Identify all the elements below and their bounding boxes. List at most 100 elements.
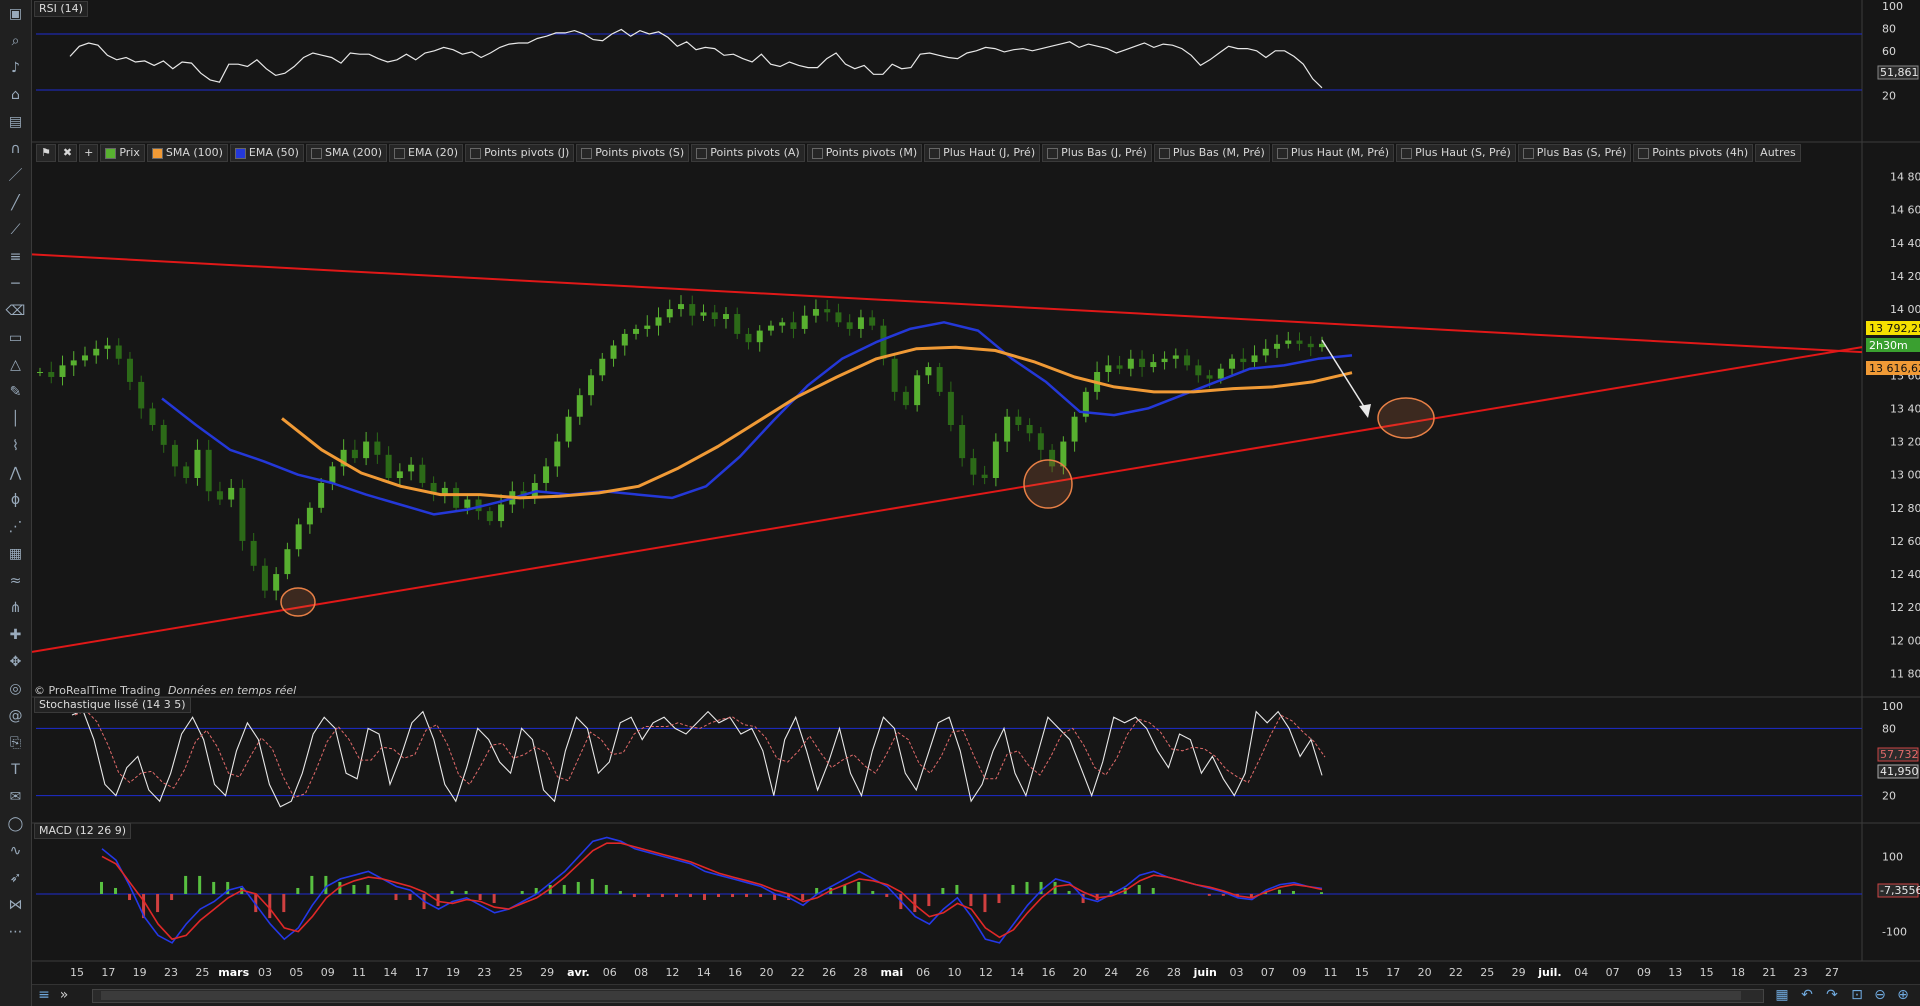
x-tick-label: 29	[1512, 966, 1526, 979]
tools-icon[interactable]: ✚	[4, 625, 27, 645]
cursor-icon[interactable]: ➶	[4, 868, 27, 888]
ruler-icon[interactable]: ▤	[4, 112, 27, 132]
horizontal-scrollbar[interactable]	[92, 989, 1764, 1003]
legend-swatch[interactable]	[1638, 147, 1650, 159]
legend-swatch[interactable]	[1401, 147, 1413, 159]
stoch-panel-label[interactable]: Stochastique lissé (14 3 5)	[34, 697, 191, 713]
legend-item[interactable]: Plus Haut (J, Pré)	[924, 144, 1041, 162]
legend-item[interactable]: Points pivots (M)	[806, 144, 923, 162]
fib-fan-icon[interactable]: ⋰	[4, 517, 27, 537]
legend-item[interactable]: Plus Haut (M, Pré)	[1271, 144, 1395, 162]
x-tick-label: 23	[477, 966, 491, 979]
legend-item[interactable]: Points pivots (J)	[465, 144, 575, 162]
ellipse-icon[interactable]: ◯	[4, 814, 27, 834]
legend-item[interactable]: Prix	[100, 144, 145, 162]
legend-swatch[interactable]	[394, 147, 406, 159]
legend-swatch[interactable]	[1522, 147, 1534, 159]
pattern-icon[interactable]: ⋈	[4, 895, 27, 915]
x-tick-label: 23	[164, 966, 178, 979]
legend-item[interactable]: Plus Bas (S, Pré)	[1517, 144, 1632, 162]
gann-icon[interactable]: ▦	[4, 544, 27, 564]
legend-swatch[interactable]	[811, 147, 823, 159]
legend-item[interactable]: Plus Haut (S, Pré)	[1396, 144, 1516, 162]
calendar-icon[interactable]: ▦	[1772, 987, 1792, 1003]
magnet-icon[interactable]: ∩	[4, 139, 27, 159]
channel-icon[interactable]: ≡	[4, 247, 27, 267]
legend-swatch[interactable]	[310, 147, 322, 159]
macd-hist-bar	[702, 894, 706, 901]
rectangle-icon[interactable]: ▭	[4, 328, 27, 348]
alert-icon[interactable]: ♪	[4, 58, 27, 78]
fibonacci-icon[interactable]: ϕ	[4, 490, 27, 510]
legend-item[interactable]: Plus Bas (J, Pré)	[1042, 144, 1152, 162]
cycle-icon[interactable]: ◎	[4, 679, 27, 699]
legend-item[interactable]: Plus Bas (M, Pré)	[1153, 144, 1270, 162]
legend-swatch[interactable]	[105, 147, 117, 159]
legend-item[interactable]: EMA (20)	[389, 144, 464, 162]
legend-item[interactable]: Points pivots (4h)	[1633, 144, 1754, 162]
x-tick-label: 16	[1042, 966, 1056, 979]
chart-icon[interactable]: ▣	[4, 4, 27, 24]
x-tick-label: 03	[1230, 966, 1244, 979]
undo-icon[interactable]: ↶	[1797, 987, 1817, 1003]
legend-swatch[interactable]	[470, 147, 482, 159]
legend-swatch[interactable]	[929, 147, 941, 159]
regression-icon[interactable]: ≈	[4, 571, 27, 591]
vertical-line-icon[interactable]: │	[4, 409, 27, 429]
legend-item[interactable]: EMA (50)	[229, 144, 304, 162]
scrollbar-thumb[interactable]	[101, 991, 1741, 1000]
legend-label: Plus Haut (S, Pré)	[1415, 146, 1511, 159]
candle-body	[1071, 416, 1078, 442]
note-icon[interactable]: ✉	[4, 787, 27, 807]
wave-icon[interactable]: ∿	[4, 841, 27, 861]
trendline-icon[interactable]: ╱	[4, 193, 27, 213]
menu-icon[interactable]: ≡	[34, 987, 54, 1003]
candle-body	[250, 540, 257, 566]
legend-swatch[interactable]	[581, 147, 593, 159]
legend-swatch[interactable]	[151, 147, 163, 159]
zoom-fit-icon[interactable]: ⊡	[1847, 987, 1867, 1003]
legend-item[interactable]: SMA (200)	[305, 144, 388, 162]
pencil-icon[interactable]: ✎	[4, 382, 27, 402]
others-button[interactable]: Autres	[1755, 144, 1801, 162]
legend-item[interactable]: Points pivots (S)	[576, 144, 690, 162]
pitchfork-icon[interactable]: ⋔	[4, 598, 27, 618]
triangle-icon[interactable]: △	[4, 355, 27, 375]
legend-swatch[interactable]	[1158, 147, 1170, 159]
line-tool-icon[interactable]: ／	[4, 166, 27, 186]
zoom-out-icon[interactable]: ⊖	[1870, 987, 1890, 1003]
add-indicator-icon[interactable]: +	[79, 144, 99, 162]
macd-panel-label[interactable]: MACD (12 26 9)	[34, 823, 132, 839]
horizontal-line-icon[interactable]: ─	[4, 274, 27, 294]
legend-swatch[interactable]	[1047, 147, 1059, 159]
candle-body	[261, 565, 268, 591]
legend-item[interactable]: Points pivots (A)	[691, 144, 805, 162]
drawing-lock-icon[interactable]: ⌂	[4, 85, 27, 105]
candle-body	[543, 466, 550, 483]
zigzag-icon[interactable]: ⋀	[4, 463, 27, 483]
more-icon[interactable]: ⋯	[4, 922, 27, 942]
bell-icon[interactable]: ⚑	[36, 144, 56, 162]
move-icon[interactable]: ✥	[4, 652, 27, 672]
candle-body	[194, 449, 201, 478]
x-tick-label: 20	[1073, 966, 1087, 979]
rsi-panel-label[interactable]: RSI (14)	[34, 1, 88, 17]
redo-icon[interactable]: ↷	[1822, 987, 1842, 1003]
polyline-icon[interactable]: ⌇	[4, 436, 27, 456]
legend-item[interactable]: SMA (100)	[146, 144, 228, 162]
eraser-icon[interactable]: ⌫	[4, 301, 27, 321]
ray-icon[interactable]: ⟋	[4, 220, 27, 240]
candle-body	[722, 314, 729, 319]
scroll-end-icon[interactable]: »	[54, 987, 74, 1003]
legend-swatch[interactable]	[234, 147, 246, 159]
price-tick-label: 14 400	[1890, 237, 1920, 250]
spiral-icon[interactable]: @	[4, 706, 27, 726]
copy-icon[interactable]: ⎘	[4, 733, 27, 753]
rsi-tick-label: 80	[1882, 22, 1896, 35]
text-icon[interactable]: T	[4, 760, 27, 780]
delete-icon[interactable]: ✖	[57, 144, 78, 162]
zoom-in-icon[interactable]: ⊕	[1893, 987, 1913, 1003]
zoom-icon[interactable]: ⌕	[4, 31, 27, 51]
legend-swatch[interactable]	[696, 147, 708, 159]
legend-swatch[interactable]	[1276, 147, 1288, 159]
